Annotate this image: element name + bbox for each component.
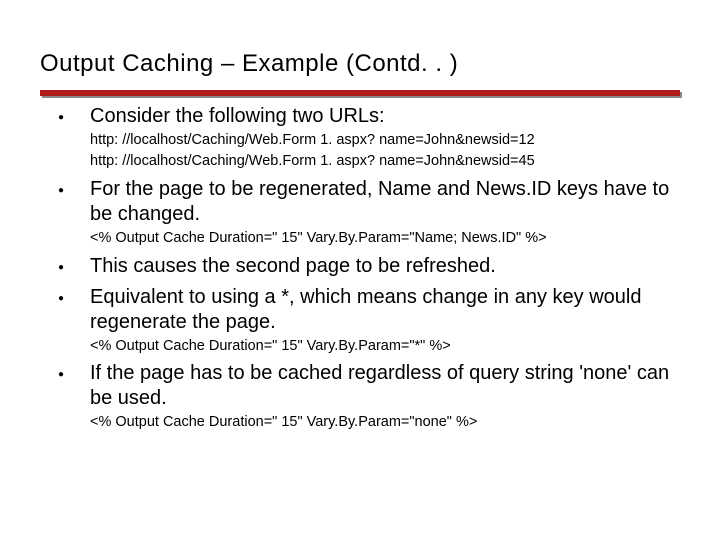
code-line-2: <% Output Cache Duration=" 15" Vary.By.P… <box>90 337 680 356</box>
url-line-1: http: //localhost/Caching/Web.Form 1. as… <box>90 131 680 150</box>
bullet-text-2: For the page to be regenerated, Name and… <box>90 177 680 227</box>
bullet-icon: ● <box>46 104 90 123</box>
bullet-row-2: ● For the page to be regenerated, Name a… <box>46 177 680 227</box>
code-line-1: <% Output Cache Duration=" 15" Vary.By.P… <box>90 229 680 248</box>
bullet-text-1: Consider the following two URLs: <box>90 104 680 129</box>
title-divider <box>40 90 680 96</box>
bullet-icon: ● <box>46 254 90 273</box>
bullet-text-5: If the page has to be cached regardless … <box>90 361 680 411</box>
bullet-icon: ● <box>46 177 90 196</box>
bullet-text-3: This causes the second page to be refres… <box>90 254 680 279</box>
bullet-row-1: ● Consider the following two URLs: <box>46 104 680 129</box>
bullet-icon: ● <box>46 361 90 380</box>
slide-title: Output Caching – Example (Contd. . ) <box>40 50 680 78</box>
bullet-text-4: Equivalent to using a *, which means cha… <box>90 285 680 335</box>
bullet-row-5: ● If the page has to be cached regardles… <box>46 361 680 411</box>
slide-content: ● Consider the following two URLs: http:… <box>40 104 680 432</box>
bullet-row-4: ● Equivalent to using a *, which means c… <box>46 285 680 335</box>
bullet-icon: ● <box>46 285 90 304</box>
bullet-row-3: ● This causes the second page to be refr… <box>46 254 680 279</box>
url-line-2: http: //localhost/Caching/Web.Form 1. as… <box>90 152 680 171</box>
code-line-3: <% Output Cache Duration=" 15" Vary.By.P… <box>90 413 680 432</box>
